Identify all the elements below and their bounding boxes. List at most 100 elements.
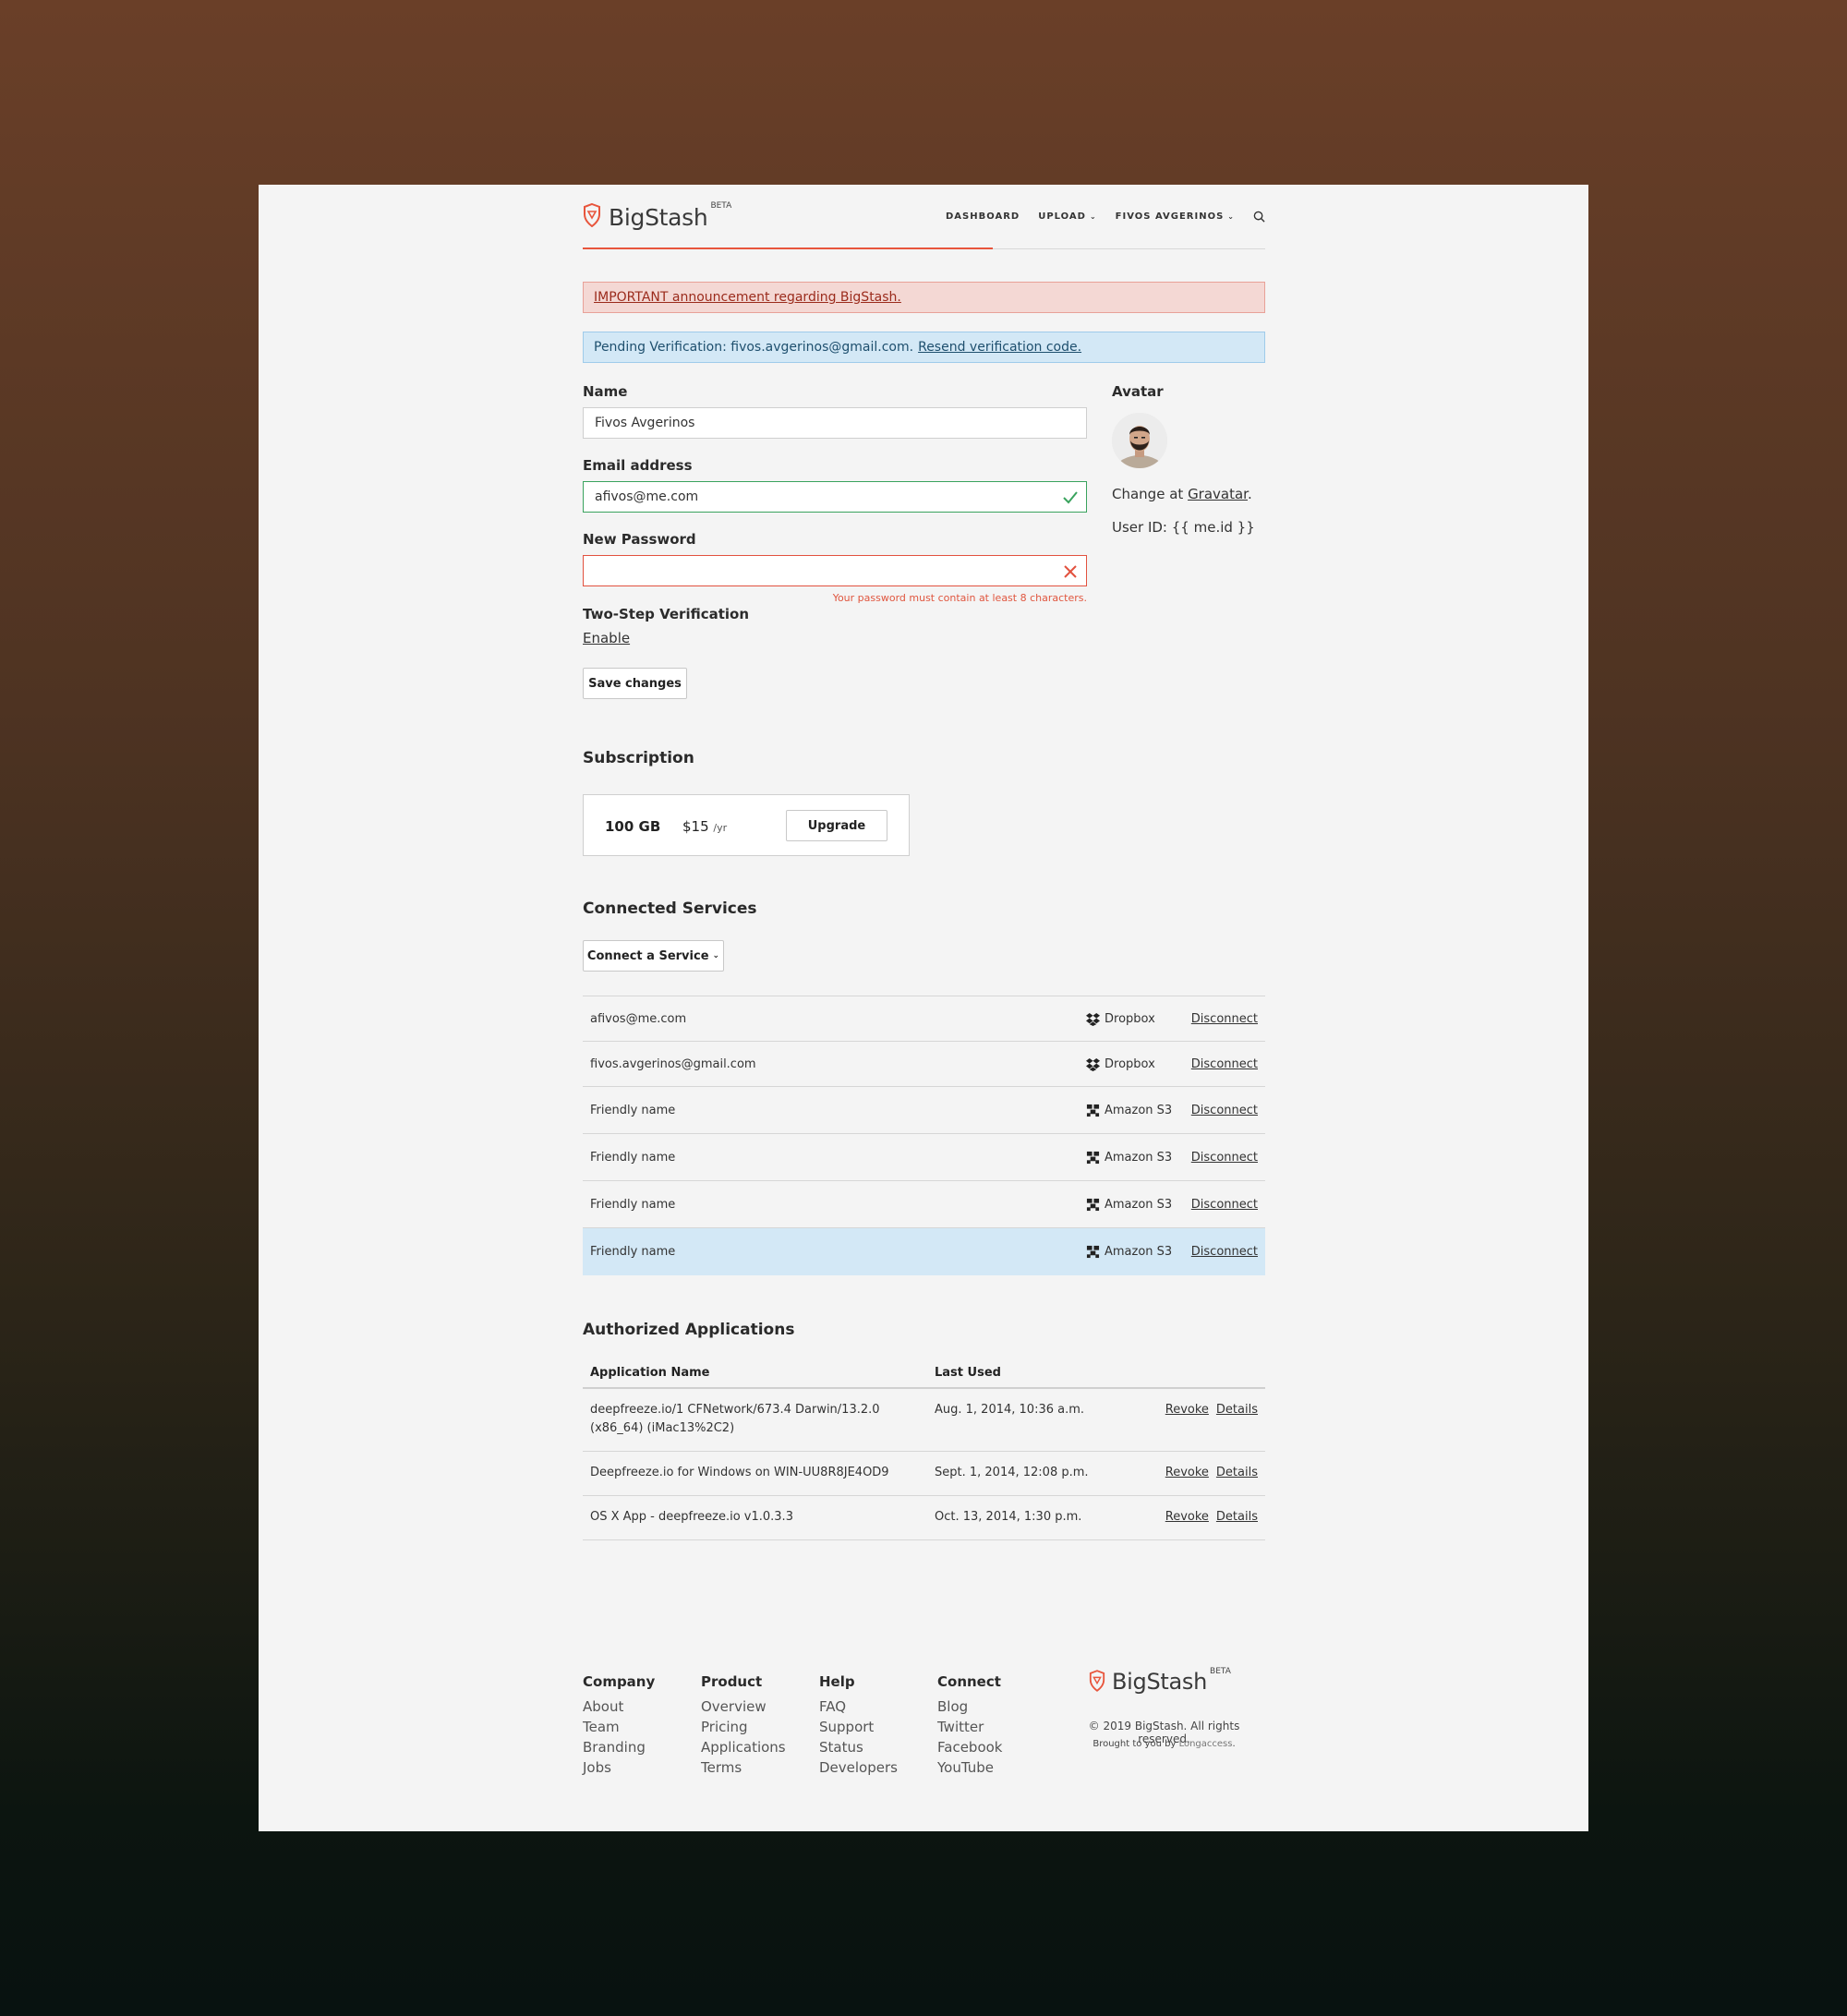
- application-actions: Revoke Details: [1158, 1508, 1258, 1527]
- nav-dashboard[interactable]: DASHBOARD: [946, 211, 1020, 222]
- footer-link[interactable]: Branding: [583, 1737, 655, 1757]
- disconnect-link[interactable]: Disconnect: [1191, 1151, 1258, 1165]
- verification-text: Pending Verification: fivos.avgerinos@gm…: [594, 340, 914, 355]
- amazon-s3-icon: [1086, 1104, 1100, 1117]
- service-row: Friendly name Amazon S3 Disconnect: [583, 1228, 1265, 1275]
- revoke-link[interactable]: Revoke: [1165, 1510, 1209, 1524]
- avatar[interactable]: [1112, 413, 1167, 468]
- footer-link[interactable]: Terms: [701, 1757, 786, 1778]
- chevron-down-icon: ⌄: [1227, 212, 1235, 221]
- services-table: afivos@me.com Dropbox Disconnect fivos.avge…: [583, 996, 1265, 1275]
- footer-help-title: Help: [819, 1673, 855, 1690]
- applications-rows: deepfreeze.io/1 CFNetwork/673.4 Darwin/1…: [583, 1389, 1265, 1540]
- service-provider-label: Amazon S3: [1105, 1197, 1173, 1212]
- connect-service-label: Connect a Service: [586, 948, 709, 963]
- amazon-s3-icon: [1086, 1151, 1100, 1164]
- brought-suffix: .: [1232, 1739, 1236, 1749]
- avatar-image: [1112, 413, 1167, 468]
- footer-connect-title: Connect: [937, 1673, 1001, 1690]
- check-icon: [1063, 491, 1078, 504]
- main-content: BigStash BETA DASHBOARD UPLOAD ⌄ FIVOS AV…: [583, 185, 1265, 1831]
- longaccess-link[interactable]: Longaccess: [1179, 1739, 1233, 1749]
- footer-link[interactable]: YouTube: [937, 1757, 1002, 1778]
- save-changes-button[interactable]: Save changes: [583, 668, 687, 699]
- footer-link[interactable]: Jobs: [583, 1757, 655, 1778]
- application-name: Deepfreeze.io for Windows on WIN-UU8R8JE…: [590, 1466, 889, 1479]
- footer-company-title: Company: [583, 1673, 656, 1690]
- services-title: Connected Services: [583, 899, 757, 918]
- footer-link[interactable]: Team: [583, 1717, 655, 1737]
- service-row: afivos@me.com Dropbox Disconnect: [583, 996, 1265, 1042]
- footer-link[interactable]: Support: [819, 1717, 898, 1737]
- brand-logo[interactable]: BigStash BETA: [583, 201, 731, 231]
- gravatar-link[interactable]: Gravatar: [1188, 486, 1248, 502]
- email-field[interactable]: afivos@me.com: [583, 481, 1087, 513]
- footer-link[interactable]: Facebook: [937, 1737, 1002, 1757]
- footer-link[interactable]: Overview: [701, 1696, 786, 1717]
- disconnect-link[interactable]: Disconnect: [1191, 1198, 1258, 1212]
- service-account: afivos@me.com: [590, 1011, 687, 1026]
- nav-upload[interactable]: UPLOAD ⌄: [1038, 211, 1096, 222]
- brand-name: BigStash: [609, 204, 708, 231]
- details-link[interactable]: Details: [1216, 1510, 1258, 1524]
- email-label: Email address: [583, 457, 693, 474]
- password-field[interactable]: [583, 555, 1087, 586]
- chevron-down-icon: ⌄: [1089, 212, 1097, 221]
- service-provider: Amazon S3: [1086, 1104, 1172, 1117]
- upgrade-button[interactable]: Upgrade: [786, 810, 887, 841]
- service-provider-label: Amazon S3: [1105, 1244, 1173, 1259]
- service-row: fivos.avgerinos@gmail.com Dropbox Disconne…: [583, 1042, 1265, 1087]
- disconnect-link[interactable]: Disconnect: [1191, 1104, 1258, 1117]
- service-provider: Dropbox: [1086, 1012, 1155, 1026]
- details-link[interactable]: Details: [1216, 1403, 1258, 1417]
- verification-alert: Pending Verification: fivos.avgerinos@gm…: [583, 332, 1265, 363]
- footer-logo[interactable]: BigStash BETA: [1089, 1667, 1231, 1695]
- name-field[interactable]: Fivos Avgerinos: [583, 407, 1087, 439]
- resend-verification-link[interactable]: Resend verification code.: [918, 340, 1081, 355]
- search-icon[interactable]: [1253, 211, 1265, 223]
- dropbox-icon: [1086, 1012, 1100, 1026]
- footer-product-title: Product: [701, 1673, 763, 1690]
- application-actions: Revoke Details: [1158, 1401, 1258, 1419]
- header-active-indicator: [583, 247, 993, 249]
- applications-header-row: Application Name Last Used: [583, 1356, 1265, 1389]
- service-provider-label: Amazon S3: [1105, 1103, 1173, 1117]
- footer-link[interactable]: Twitter: [937, 1717, 1002, 1737]
- footer-beta-badge: BETA: [1210, 1667, 1231, 1676]
- application-actions: Revoke Details: [1158, 1464, 1258, 1482]
- revoke-link[interactable]: Revoke: [1165, 1403, 1209, 1417]
- connect-service-button[interactable]: Connect a Service ⌄: [583, 940, 724, 972]
- footer-link[interactable]: Applications: [701, 1737, 786, 1757]
- service-provider: Amazon S3: [1086, 1198, 1172, 1212]
- footer-link[interactable]: Pricing: [701, 1717, 786, 1737]
- footer-link[interactable]: Status: [819, 1737, 898, 1757]
- nav-user-menu[interactable]: FIVOS AVGERINOS ⌄: [1116, 211, 1235, 222]
- amazon-s3-icon: [1086, 1198, 1100, 1211]
- disconnect-link[interactable]: Disconnect: [1191, 1057, 1258, 1071]
- top-nav: DASHBOARD UPLOAD ⌄ FIVOS AVGERINOS ⌄: [927, 211, 1265, 223]
- service-row: Friendly name Amazon S3 Disconnect: [583, 1134, 1265, 1181]
- details-link[interactable]: Details: [1216, 1466, 1258, 1479]
- announcement-alert: IMPORTANT announcement regarding BigStas…: [583, 282, 1265, 313]
- application-last-used: Aug. 1, 2014, 10:36 a.m.: [935, 1403, 1085, 1417]
- disconnect-link[interactable]: Disconnect: [1191, 1245, 1258, 1259]
- footer-link[interactable]: Developers: [819, 1757, 898, 1778]
- application-name: OS X App - deepfreeze.io v1.0.3.3: [590, 1510, 793, 1524]
- service-provider-label: Dropbox: [1105, 1056, 1155, 1071]
- footer-link[interactable]: Blog: [937, 1696, 1002, 1717]
- footer-col-help: Help FAQ Support Status Developers: [819, 1673, 898, 1778]
- footer-link[interactable]: FAQ: [819, 1696, 898, 1717]
- applications-table: Application Name Last Used deepfreeze.io…: [583, 1356, 1265, 1540]
- revoke-link[interactable]: Revoke: [1165, 1466, 1209, 1479]
- service-provider-label: Amazon S3: [1105, 1150, 1173, 1165]
- enable-twostep-link[interactable]: Enable: [583, 630, 630, 646]
- disconnect-link[interactable]: Disconnect: [1191, 1012, 1258, 1026]
- announcement-link[interactable]: IMPORTANT announcement regarding BigStas…: [594, 290, 901, 305]
- service-account: Friendly name: [590, 1150, 676, 1165]
- footer-link[interactable]: About: [583, 1696, 655, 1717]
- col-last-used: Last Used: [935, 1366, 1001, 1380]
- service-provider-label: Dropbox: [1105, 1011, 1155, 1026]
- name-value: Fivos Avgerinos: [595, 416, 695, 430]
- service-account: Friendly name: [590, 1197, 676, 1212]
- service-provider: Amazon S3: [1086, 1151, 1172, 1165]
